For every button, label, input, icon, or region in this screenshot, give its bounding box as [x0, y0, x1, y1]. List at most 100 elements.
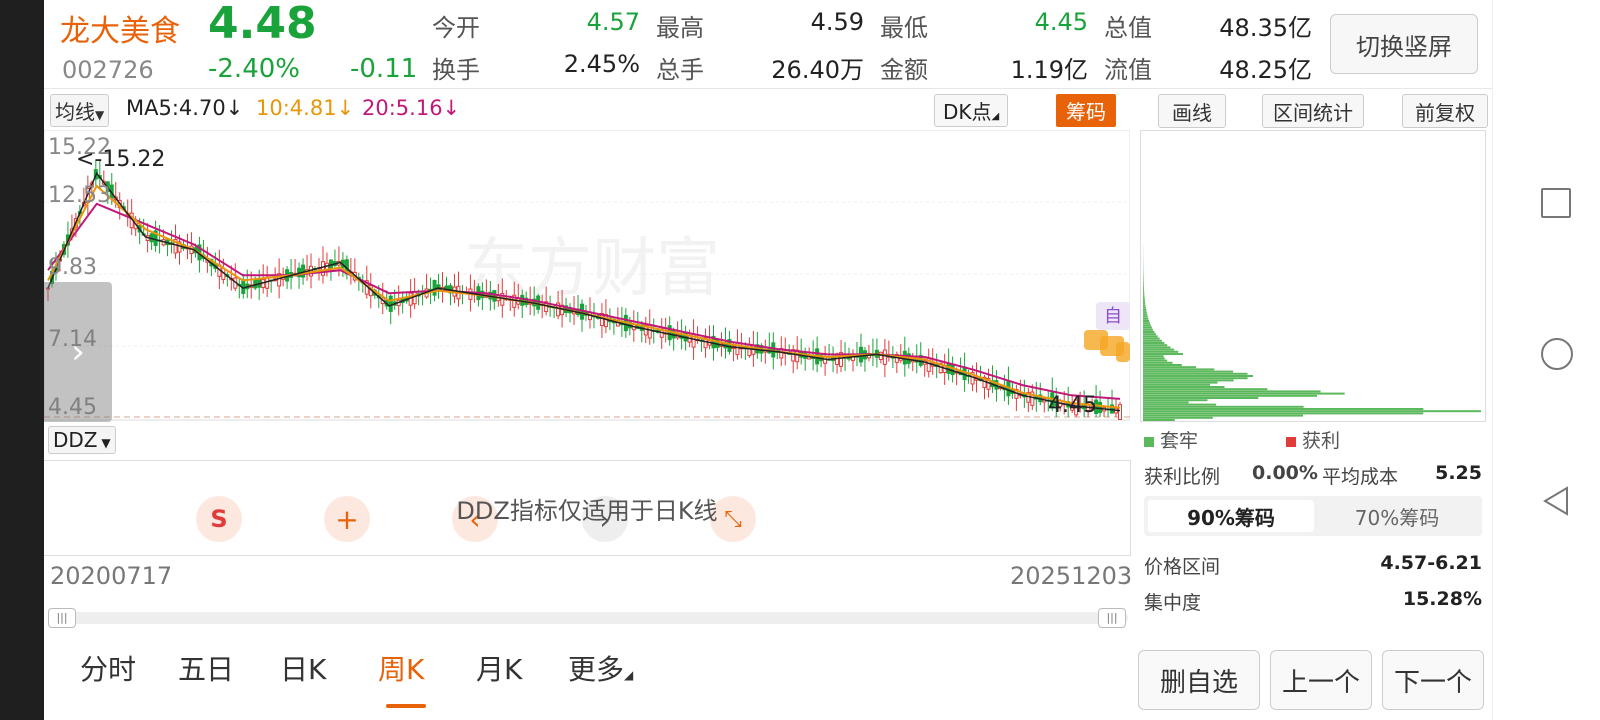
- ddz-select-dropdown[interactable]: DDZ ▼: [48, 426, 116, 454]
- chip-button[interactable]: 筹码: [1056, 94, 1116, 127]
- chip-bar: [1143, 348, 1175, 351]
- quote-value-open: 4.57: [586, 8, 640, 36]
- dk-point-button[interactable]: DK点◢: [934, 94, 1009, 127]
- quote-label-total-value: 总值: [1104, 14, 1152, 42]
- chip-bar: [1143, 361, 1173, 364]
- adjust-button[interactable]: 前复权: [1402, 94, 1488, 128]
- active-tab-indicator: [386, 704, 426, 708]
- chip-bar: [1143, 353, 1183, 355]
- y-label-2: 12.53: [48, 183, 111, 208]
- prev-stock-button[interactable]: 上一个: [1270, 650, 1372, 710]
- expand-panel-button[interactable]: ›: [44, 282, 112, 422]
- ma-select-label: 均线: [55, 100, 95, 124]
- left-edge-bar: [0, 0, 44, 720]
- change-amount: -0.11: [350, 54, 418, 84]
- chip-bar: [1143, 293, 1145, 296]
- chip-bar: [1143, 383, 1211, 386]
- period-tabs: 分时 五日 日K 周K 月K 更多◢: [44, 638, 1134, 720]
- chip-bar: [1143, 284, 1144, 287]
- chip-bar: [1143, 364, 1182, 366]
- chip-bar: [1143, 302, 1146, 305]
- chip-bar: [1143, 276, 1144, 278]
- price-range-value: 4.57-6.21: [1380, 552, 1482, 574]
- chip-bar: [1143, 388, 1268, 391]
- legend-swatch-profit: [1286, 437, 1296, 447]
- chip-distribution-chart: [1143, 245, 1481, 421]
- quote-value-total-value: 48.35亿: [1219, 14, 1312, 42]
- chip-bar: [1143, 278, 1144, 281]
- corner-arrow-icon: ◢: [624, 668, 634, 682]
- time-range-scroller[interactable]: ||| |||: [48, 608, 1128, 628]
- avg-cost-value: 5.25: [1435, 462, 1482, 484]
- recent-apps-icon[interactable]: [1541, 188, 1571, 218]
- ma5-indicator: MA5:4.70↓: [126, 96, 244, 120]
- chip-bar: [1143, 419, 1175, 421]
- candle-body: [536, 295, 541, 310]
- back-icon[interactable]: [1541, 486, 1571, 516]
- draw-line-button[interactable]: 画线: [1158, 94, 1226, 128]
- kline-chart-area[interactable]: 东方财富 15.22 12.53 9.83 7.14 4.45 <-15.22 …: [44, 130, 1131, 556]
- tab-70-chip[interactable]: 70%筹码: [1314, 500, 1480, 532]
- signal-marker: [1116, 342, 1130, 362]
- chip-bar: [1143, 333, 1156, 336]
- kline-chart[interactable]: 东方财富 15.22 12.53 9.83 7.14 4.45 <-15.22 …: [44, 130, 1130, 422]
- quote-value-low: 4.45: [1034, 8, 1088, 36]
- candle-body: [241, 279, 246, 294]
- ma-select-dropdown[interactable]: 均线▼: [50, 94, 110, 127]
- chip-bar: [1143, 350, 1179, 353]
- date-start: 20200717: [50, 562, 173, 590]
- chip-bar: [1143, 313, 1148, 316]
- chip-bar: [1143, 300, 1145, 303]
- chip-bar: [1143, 295, 1145, 298]
- tab-more-label: 更多: [568, 653, 625, 686]
- chip-bar: [1143, 309, 1147, 311]
- chevron-down-icon: ▼: [97, 436, 111, 450]
- switch-portrait-button[interactable]: 切换竖屏: [1330, 14, 1478, 74]
- system-nav-bar: [1492, 0, 1600, 720]
- chip-bar: [1143, 346, 1171, 349]
- next-stock-button[interactable]: 下一个: [1382, 650, 1484, 710]
- chip-bar: [1143, 282, 1144, 285]
- tab-more[interactable]: 更多◢: [568, 648, 633, 688]
- candle-body: [320, 261, 325, 276]
- corner-arrow-icon: ◢: [991, 111, 1000, 122]
- stock-code: 002726: [62, 56, 154, 84]
- profit-ratio-label: 获利比例: [1144, 466, 1221, 488]
- chip-bar: [1143, 326, 1152, 329]
- tab-five-day[interactable]: 五日: [178, 648, 234, 688]
- scroller-handle-left[interactable]: |||: [48, 608, 76, 628]
- tab-weekly-k[interactable]: 周K: [378, 648, 424, 688]
- ddz-select-label: DDZ: [53, 428, 98, 452]
- chip-bar: [1143, 401, 1189, 404]
- chip-bar: [1143, 381, 1218, 384]
- tab-monthly-k[interactable]: 月K: [476, 648, 522, 688]
- quote-label-high: 最高: [656, 14, 704, 42]
- chip-bar: [1143, 344, 1168, 347]
- tab-daily-k[interactable]: 日K: [280, 648, 326, 688]
- chip-bar: [1143, 408, 1424, 410]
- chip-bar: [1143, 399, 1208, 402]
- chip-bar: [1143, 355, 1164, 358]
- chart-toolbar: 均线▼ MA5:4.70↓ 10:4.81↓ 20:5.16↓ DK点◢ 筹码 …: [44, 90, 1492, 130]
- quote-value-float-value: 48.25亿: [1219, 56, 1312, 84]
- avg-cost-label: 平均成本: [1322, 466, 1399, 488]
- chip-bar: [1143, 280, 1144, 283]
- home-icon[interactable]: [1541, 338, 1573, 370]
- quote-value-volume: 26.40万: [771, 56, 864, 84]
- chip-bar: [1143, 403, 1217, 406]
- range-stats-button[interactable]: 区间统计: [1262, 94, 1364, 128]
- price-range-label: 价格区间: [1144, 556, 1221, 578]
- scroller-handle-right[interactable]: |||: [1098, 608, 1126, 628]
- self-tag[interactable]: 自: [1104, 306, 1122, 327]
- chip-bar: [1143, 394, 1317, 397]
- tab-90-chip[interactable]: 90%筹码: [1148, 500, 1314, 532]
- chip-bar: [1143, 287, 1144, 289]
- candle-body: [1098, 401, 1103, 414]
- date-end: 20251203: [1010, 562, 1133, 590]
- delete-watchlist-button[interactable]: 删自选: [1138, 650, 1260, 710]
- tab-intraday[interactable]: 分时: [80, 648, 136, 688]
- chevron-down-icon: ▼: [95, 108, 105, 122]
- chip-bar: [1143, 324, 1151, 327]
- quote-label-turnover: 换手: [432, 56, 480, 84]
- chevron-right-icon: ›: [71, 332, 85, 372]
